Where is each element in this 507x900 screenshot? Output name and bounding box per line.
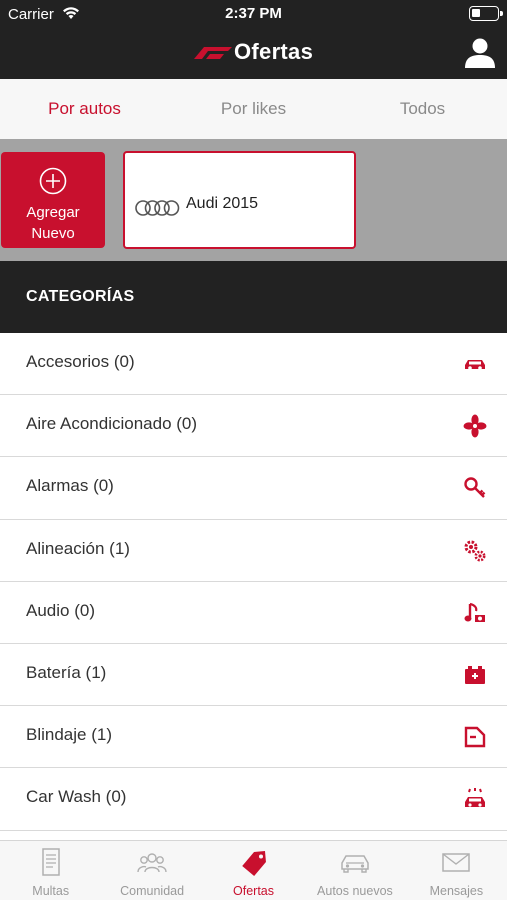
app-brand: Ofertas [190, 38, 320, 68]
add-car-button[interactable]: Agregar Nuevo [1, 152, 105, 248]
tab-por-likes[interactable]: Por likes [169, 79, 338, 139]
user-icon[interactable] [463, 36, 497, 70]
clock: 2:37 PM [225, 5, 282, 22]
battery-icon [465, 665, 485, 684]
list-item[interactable]: Alineación (1) [0, 519, 507, 582]
list-item[interactable] [0, 830, 507, 840]
music-icon [464, 602, 485, 622]
car-card[interactable]: Audi 2015 [123, 151, 356, 249]
car-name: Audi 2015 [186, 195, 259, 212]
nav-label: Mensajes [429, 884, 484, 898]
filter-tabs: Por autos Por likes Todos [0, 79, 507, 139]
nav-label: Comunidad [120, 884, 185, 898]
gears-icon [464, 540, 486, 562]
list-item-label: Accesorios (0) [26, 352, 135, 371]
list-item[interactable]: Car Wash (0) [0, 768, 507, 831]
list-item-label: Aire Acondicionado (0) [26, 414, 198, 434]
list-item-label: Alineación (1) [26, 538, 130, 558]
car-icon [465, 360, 485, 370]
list-item[interactable]: Batería (1) [0, 643, 507, 707]
list-item-label: Audio (0) [26, 600, 95, 620]
nav-label: Autos nuevos [317, 884, 393, 898]
bottom-nav: Multas Comunidad Ofertas Autos nuevos Me… [0, 840, 507, 900]
list-item[interactable]: Alarmas (0) [0, 457, 507, 520]
list-item[interactable]: Blindaje (1) [0, 706, 507, 769]
cars-strip: Agregar Nuevo Audi 2015 [0, 139, 507, 261]
status-bar: Carrier 2:37 PM [0, 0, 507, 30]
nav-label: Multas [32, 884, 70, 898]
shield-tag-icon [464, 726, 486, 748]
nav-multas[interactable]: Multas [0, 841, 101, 900]
list-item-label: Batería (1) [26, 662, 107, 682]
list-item[interactable]: Audio (0) [0, 581, 507, 644]
tab-todos[interactable]: Todos [338, 79, 507, 139]
nav-mensajes[interactable]: Mensajes [406, 841, 507, 900]
wing-logo-icon [194, 47, 232, 59]
fan-icon [463, 414, 487, 438]
list-item-label: Car Wash (0) [26, 787, 127, 807]
nav-autos-nuevos[interactable]: Autos nuevos [304, 841, 405, 900]
categories-header: CATEGORÍAS [0, 261, 507, 333]
list-item[interactable]: Aire Acondicionado (0) [0, 395, 507, 458]
envelope-icon [442, 853, 471, 872]
key-icon [464, 477, 486, 499]
tab-por-autos[interactable]: Por autos [0, 79, 169, 139]
page-title: Ofertas [234, 39, 314, 64]
car-front-icon [341, 855, 369, 873]
top-bar: Carrier 2:37 PM Ofertas [0, 0, 507, 79]
document-icon [41, 848, 60, 876]
list-item-label: Blindaje (1) [26, 725, 112, 745]
nav-label: Ofertas [233, 884, 275, 898]
plus-circle-icon [39, 167, 67, 195]
categories-list: Accesorios (0) Aire Acondicionado (0) Al… [0, 333, 507, 840]
add-car-label: Agregar Nuevo [26, 204, 80, 242]
list-item-label: Alarmas (0) [26, 476, 114, 496]
tag-icon [241, 850, 266, 877]
community-icon [137, 853, 167, 873]
battery-icon [469, 6, 503, 21]
list-item[interactable]: Accesorios (0) [0, 333, 507, 396]
categories-title: CATEGORÍAS [26, 288, 135, 305]
nav-comunidad[interactable]: Comunidad [101, 841, 202, 900]
nav-ofertas[interactable]: Ofertas [203, 841, 304, 900]
audi-rings-icon [135, 200, 180, 216]
car-wash-icon [465, 788, 485, 808]
